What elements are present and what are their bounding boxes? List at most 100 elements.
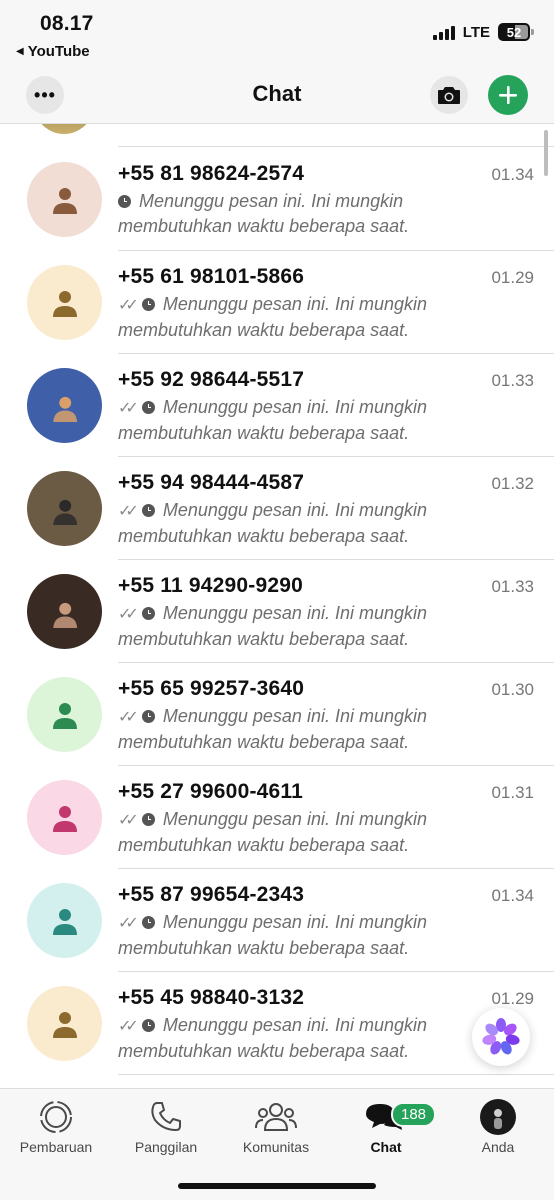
clock-icon [141, 813, 155, 826]
clock-icon [141, 298, 155, 311]
meta-ai-button[interactable] [472, 1008, 530, 1066]
message-preview: ✓✓ Menunggu pesan ini. Ini mungkin membu… [118, 807, 474, 858]
divider [118, 146, 554, 147]
message-time: 01.33 [491, 371, 534, 390]
tab-label: Komunitas [242, 1139, 310, 1155]
system-indicators: LTE 52 [432, 23, 534, 41]
chat-row[interactable]: +55 45 98840-3132 01.29 ✓✓ Menunggu pesan … [0, 972, 554, 1075]
message-text: Menunggu pesan ini. Ini mungkin membutuh… [118, 603, 428, 649]
double-check-icon: ✓✓ [118, 812, 139, 829]
message-text: Menunggu pesan ini. Ini mungkin membutuh… [118, 397, 428, 443]
message-preview: ✓✓ Menunggu pesan ini. Ini mungkin membu… [118, 910, 474, 961]
double-check-icon: ✓✓ [118, 606, 139, 623]
divider [118, 1074, 554, 1075]
clock-icon [118, 195, 131, 208]
chat-row[interactable]: +55 61 98101-5866 01.29 ✓✓ Menunggu pesan … [0, 251, 554, 354]
message-preview: ✓✓ Menunggu pesan ini. Ini mungkin membu… [118, 292, 474, 343]
double-check-icon: ✓✓ [118, 709, 139, 726]
chat-header: ••• Chat [0, 66, 554, 124]
person-placeholder-icon [52, 805, 77, 832]
contact-avatar[interactable] [27, 780, 102, 855]
person-placeholder-icon [52, 1011, 77, 1038]
double-check-icon: ✓✓ [118, 400, 139, 417]
status-time: 08.17 [40, 12, 94, 35]
contact-name: +55 92 98644-5517 [118, 368, 305, 391]
chat-row[interactable]: +55 94 98444-4587 01.32 ✓✓ Menunggu pesan … [0, 457, 554, 560]
tab-calls[interactable]: Panggilan [111, 1097, 221, 1155]
contact-avatar[interactable] [27, 883, 102, 958]
contact-avatar[interactable] [27, 368, 102, 443]
home-indicator [178, 1183, 376, 1189]
contact-name: +55 45 98840-3132 [118, 986, 305, 1009]
tab-chats[interactable]: 188 Chat [331, 1097, 441, 1155]
chat-row[interactable]: +55 81 98624-2574 01.34 Menunggu pesan ini… [0, 148, 554, 251]
message-preview: ✓✓ Menunggu pesan ini. Ini mungkin membu… [118, 498, 474, 549]
person-placeholder-icon [52, 290, 77, 317]
contact-name: +55 27 99600-4611 [118, 780, 303, 803]
contact-avatar[interactable] [27, 677, 102, 752]
community-icon [255, 1103, 297, 1131]
contact-name: +55 94 98444-4587 [118, 471, 305, 494]
double-check-icon: ✓✓ [118, 1018, 139, 1035]
back-to-app-link[interactable]: ◀ YouTube [16, 43, 90, 60]
scrollbar[interactable] [544, 130, 548, 176]
clock-icon [141, 916, 155, 929]
double-check-icon: ✓✓ [118, 503, 139, 520]
message-time: 01.32 [491, 474, 534, 493]
tab-communities[interactable]: Komunitas [221, 1097, 331, 1155]
chat-row[interactable]: +55 92 98644-5517 01.33 ✓✓ Menunggu pesan … [0, 354, 554, 457]
message-text: Menunggu pesan ini. Ini mungkin membutuh… [118, 191, 410, 236]
clock-icon [141, 1019, 155, 1032]
message-time: 01.30 [491, 680, 534, 699]
person-placeholder-icon [52, 908, 77, 935]
message-time: 01.33 [491, 577, 534, 596]
chat-row[interactable]: +55 87 99654-2343 01.34 ✓✓ Menunggu pesan … [0, 869, 554, 972]
page-title: Chat [252, 81, 302, 106]
chat-row[interactable]: +55 27 99600-4611 01.31 ✓✓ Menunggu pesan … [0, 766, 554, 869]
battery-level: 52 [506, 24, 522, 40]
message-time: 01.29 [491, 989, 534, 1008]
contact-name: +55 11 94290-9290 [118, 574, 303, 597]
message-preview: ✓✓ Menunggu pesan ini. Ini mungkin membu… [118, 395, 474, 446]
clock-icon [141, 607, 155, 620]
tab-profile[interactable]: Anda [443, 1097, 553, 1155]
unread-count-badge: 188 [391, 1102, 437, 1127]
profile-photo [48, 492, 81, 525]
status-bar: 08.17 ◀ YouTube LTE 52 [0, 0, 554, 66]
network-label: LTE [462, 23, 490, 41]
signal-icon [432, 24, 455, 40]
contact-avatar[interactable] [27, 986, 102, 1061]
contact-avatar[interactable] [27, 574, 102, 649]
new-chat-button[interactable] [488, 75, 528, 115]
contact-avatar[interactable] [27, 265, 102, 340]
tab-label: Pembaruan [19, 1139, 93, 1155]
chat-list[interactable]: +55 81 98624-2574 01.34 Menunggu pesan ini… [0, 124, 554, 1088]
tab-label: Panggilan [134, 1139, 198, 1155]
message-time: 01.34 [491, 165, 534, 184]
camera-button[interactable] [430, 76, 468, 114]
message-text: Menunggu pesan ini. Ini mungkin membutuh… [118, 706, 428, 752]
meta-ai-icon [482, 1018, 520, 1055]
person-placeholder-icon [52, 187, 77, 214]
partial-avatar[interactable] [34, 124, 94, 134]
message-time: 01.31 [491, 783, 534, 802]
message-preview: Menunggu pesan ini. Ini mungkin membutuh… [118, 189, 474, 239]
clock-icon [141, 504, 155, 517]
person-placeholder-icon [52, 702, 77, 729]
battery-icon: 52 [498, 23, 534, 41]
tab-label: Chat [370, 1139, 402, 1155]
updates-icon [40, 1101, 72, 1133]
chat-row[interactable]: +55 65 99257-3640 01.30 ✓✓ Menunggu pesan … [0, 663, 554, 766]
contact-avatar[interactable] [27, 471, 102, 546]
message-time: 01.34 [491, 886, 534, 905]
contact-avatar[interactable] [27, 162, 102, 237]
message-text: Menunggu pesan ini. Ini mungkin membutuh… [118, 500, 428, 546]
profile-avatar-icon [480, 1099, 516, 1135]
plus-icon [499, 86, 517, 104]
chat-row[interactable]: +55 11 94290-9290 01.33 ✓✓ Menunggu pesan … [0, 560, 554, 663]
tab-label: Anda [481, 1139, 515, 1155]
tab-updates[interactable]: Pembaruan [1, 1097, 111, 1155]
message-text: Menunggu pesan ini. Ini mungkin membutuh… [118, 294, 428, 340]
profile-photo [48, 389, 81, 422]
message-preview: ✓✓ Menunggu pesan ini. Ini mungkin membu… [118, 601, 474, 652]
